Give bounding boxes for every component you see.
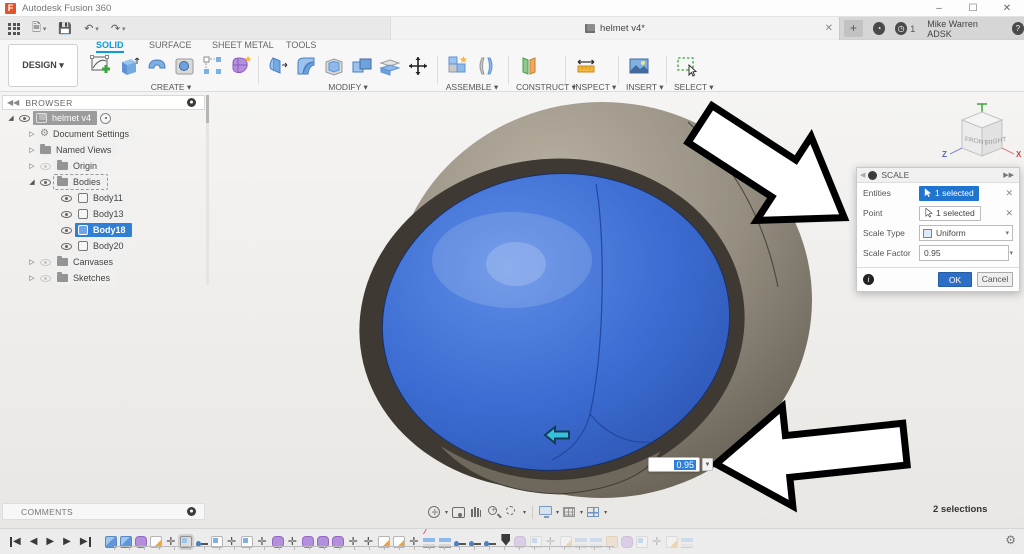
extrude-icon[interactable] [116, 53, 142, 79]
group-select: SELECT ▾ [674, 52, 714, 93]
group-insert: INSERT ▾ [626, 52, 664, 93]
undo-icon[interactable]: ↶ ▾ [84, 22, 99, 35]
sweep-icon[interactable] [144, 53, 170, 79]
comments-options-icon[interactable]: ● [187, 507, 196, 516]
split-body-icon[interactable] [377, 53, 403, 79]
toolbar-divider [532, 506, 534, 519]
look-at-icon[interactable] [452, 506, 466, 519]
pan-icon[interactable] [470, 506, 484, 519]
save-icon[interactable]: 💾 [58, 22, 72, 35]
timeline-feature-sketch-icon[interactable] [666, 535, 679, 548]
shell-icon[interactable] [321, 53, 347, 79]
comments-label: COMMENTS [21, 506, 73, 517]
timeline-feature-move-icon[interactable] [651, 535, 663, 548]
timeline-feature-stack-icon[interactable] [681, 535, 694, 548]
app-grid-icon[interactable] [8, 22, 20, 35]
canvas-input-caret-icon[interactable]: ▼ [702, 458, 713, 471]
viewport-3d[interactable]: ◀◀ BROWSER ● ◢ helmet v4 ▷ ⚙ Document Settin… [0, 92, 1024, 528]
zoom-icon[interactable] [488, 505, 502, 519]
arrow-to-dialog [683, 100, 850, 225]
group-create: ★ CREATE ▾ [88, 52, 254, 93]
help-icon[interactable]: ? [1011, 22, 1024, 35]
arrow-to-input [709, 399, 912, 513]
press-pull-icon[interactable] [265, 53, 291, 79]
chevron-down-icon[interactable]: ▾ [604, 509, 607, 516]
extension-icon[interactable]: ◔ [872, 22, 886, 35]
workspace-selector[interactable]: DESIGN ▾ [8, 44, 78, 87]
chevron-down-icon[interactable]: ▾ [556, 509, 559, 516]
new-tab-button[interactable]: + [844, 20, 863, 37]
document-tab[interactable]: helmet v4* ✕ [390, 17, 840, 40]
timeline-feature-form-icon[interactable] [620, 535, 633, 548]
tab-surface[interactable]: SURFACE [149, 40, 192, 50]
chevron-down-icon[interactable]: ▾ [445, 509, 448, 516]
canvas-input-box[interactable]: 0.95 [648, 457, 700, 472]
fillet-icon[interactable] [293, 53, 319, 79]
select-window-icon[interactable] [674, 53, 700, 79]
ribbon-toolbar: DESIGN ▾ SOLID SURFACE SHEET METAL TOOLS… [0, 40, 1024, 92]
timeline-playback-controls: ◀ ◀ ▶ ▶ ▶ [10, 536, 91, 547]
insert-image-icon[interactable] [626, 53, 652, 79]
canvas-input-value[interactable]: 0.95 [674, 459, 696, 470]
timeline-bar: ◀ ◀ ▶ ▶ ▶ [0, 528, 1024, 554]
tab-strip: 🗎 ▾ 💾 ↶ ▾ ↷ ▾ helmet v4* ✕ + ◔ ◷ 1 Mike War… [0, 17, 1024, 40]
user-name[interactable]: Mike Warren ADSK [927, 19, 1000, 39]
job-count: 1 [910, 23, 916, 34]
step-back-button[interactable]: ◀ [30, 536, 38, 547]
file-menu-icon[interactable]: 🗎 ▾ [32, 19, 46, 38]
comments-bar[interactable]: COMMENTS ● [2, 503, 205, 520]
tab-sheet-metal[interactable]: SHEET METAL [212, 40, 274, 50]
annotation-arrow-layer [683, 100, 912, 513]
group-inspect: INSPECT ▾ [573, 52, 616, 93]
create-sketch-icon[interactable] [88, 53, 114, 79]
play-button[interactable]: ▶ [46, 536, 54, 547]
selection-status: 2 selections [933, 504, 988, 515]
orbit-icon[interactable] [428, 506, 442, 519]
construct-plane-icon[interactable] [516, 53, 542, 79]
zoom-window-icon[interactable] [506, 506, 520, 519]
chevron-down-icon[interactable]: ▾ [523, 509, 526, 516]
fusion-logo-icon: F [5, 2, 16, 14]
app-title: Autodesk Fusion 360 [22, 2, 112, 14]
measure-icon[interactable] [573, 53, 599, 79]
group-assemble: ★ ASSEMBLE ▾ [445, 52, 499, 93]
svg-text:★: ★ [244, 54, 252, 64]
skip-start-button[interactable]: ◀ [10, 536, 21, 547]
hole-icon[interactable] [172, 53, 198, 79]
minimize-button[interactable]: – [922, 0, 956, 16]
timeline-position-marker[interactable] [501, 533, 511, 546]
tab-tools[interactable]: TOOLS [286, 40, 316, 50]
create-form-icon[interactable]: ★ [228, 53, 254, 79]
canvas-scale-input[interactable]: 0.95 ▼ [648, 457, 713, 472]
document-cube-icon [585, 24, 596, 33]
skip-end-button[interactable]: ▶ [80, 536, 91, 547]
timeline-ruler [114, 546, 614, 550]
group-construct: CONSTRUCT ▾ [516, 52, 576, 93]
close-button[interactable]: ✕ [990, 0, 1024, 16]
combine-icon[interactable] [349, 53, 375, 79]
svg-text:★: ★ [459, 55, 468, 66]
maximize-button[interactable]: ☐ [956, 0, 990, 16]
tab-strip-right: + ◔ ◷ 1 Mike Warren ADSK ? [840, 17, 1024, 40]
move-icon[interactable] [405, 53, 431, 79]
window-controls: – ☐ ✕ [922, 0, 1024, 16]
tab-close-icon[interactable]: ✕ [825, 23, 833, 34]
joint-icon[interactable] [473, 53, 499, 79]
pattern-icon[interactable] [200, 53, 226, 79]
redo-icon[interactable]: ↷ ▾ [111, 22, 126, 35]
step-forward-button[interactable]: ▶ [63, 536, 71, 547]
document-tab-label: helmet v4* [600, 23, 645, 34]
new-component-icon[interactable]: ★ [445, 53, 471, 79]
viewports-icon[interactable] [587, 506, 601, 519]
timeline-gear-icon[interactable]: ⚙ [1005, 533, 1016, 547]
title-bar: F Autodesk Fusion 360 – ☐ ✕ [0, 0, 1024, 17]
grid-settings-icon[interactable] [563, 506, 577, 519]
group-modify: MODIFY ▾ [265, 52, 431, 93]
navigation-toolbar: ▾ ▾ ▾ ▾ ▾ [428, 504, 607, 521]
timeline-feature-box-icon[interactable] [635, 535, 648, 548]
chevron-down-icon[interactable]: ▾ [580, 509, 583, 516]
job-status-icon[interactable]: ◷ [895, 22, 908, 35]
display-settings-icon[interactable] [539, 506, 553, 519]
